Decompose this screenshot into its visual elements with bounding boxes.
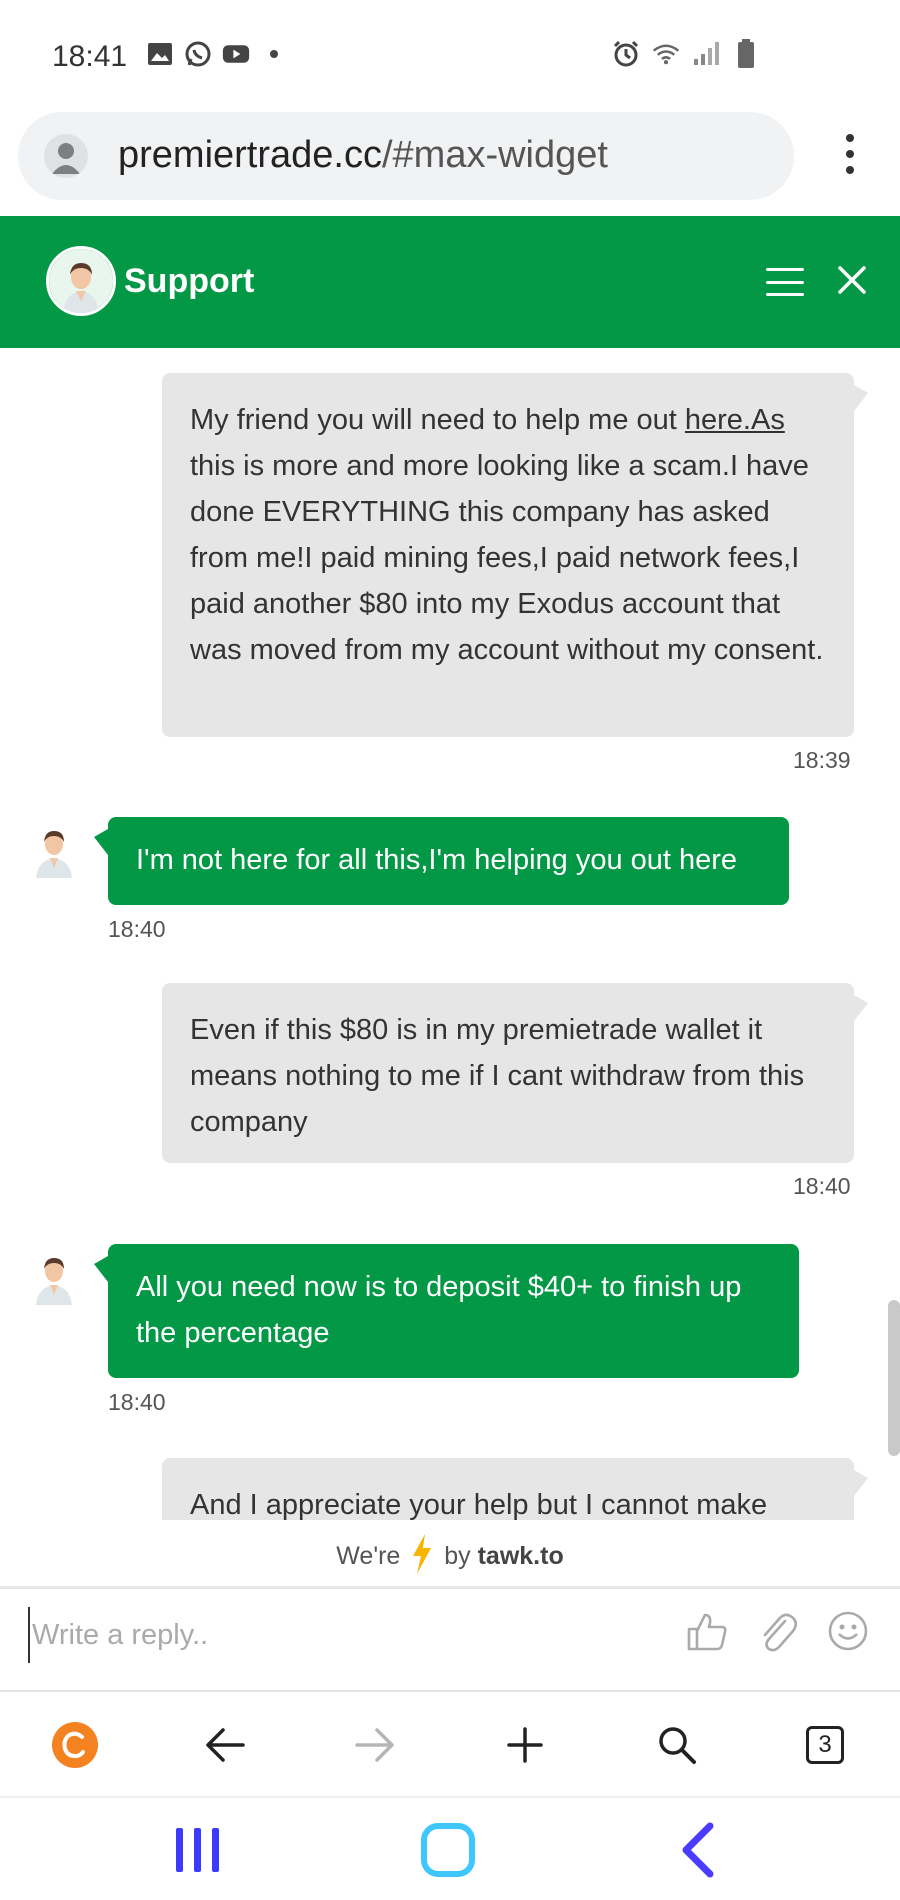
message-text: All you need now is to deposit $40+ to f… xyxy=(136,1271,742,1349)
thumbs-up-icon[interactable] xyxy=(685,1609,729,1653)
signal-icon xyxy=(692,40,720,68)
url-path: /#max-widget xyxy=(381,134,608,176)
agent-avatar xyxy=(36,831,72,878)
back-icon[interactable] xyxy=(670,1822,730,1878)
powered-brand[interactable]: tawk.to xyxy=(478,1542,564,1570)
browser-menu-icon[interactable] xyxy=(840,134,860,174)
message-text: I'm not here for all this,I'm helping yo… xyxy=(136,844,738,876)
powered-prefix: We're xyxy=(336,1542,401,1571)
message-timestamp: 18:39 xyxy=(793,747,851,773)
close-icon[interactable] xyxy=(834,262,870,298)
message-text: Even if this $80 is in my premietrade wa… xyxy=(190,1014,805,1138)
reply-input[interactable] xyxy=(28,1607,658,1663)
agent-avatar xyxy=(36,1258,72,1305)
message-list[interactable]: My friend you will need to help me out h… xyxy=(0,348,900,1520)
back-arrow-icon[interactable] xyxy=(200,1720,250,1770)
agent-avatar xyxy=(46,246,116,316)
url-host: premiertrade.cc xyxy=(118,134,382,176)
battery-icon xyxy=(732,39,760,68)
search-icon[interactable] xyxy=(652,1720,702,1770)
lightning-icon xyxy=(411,1534,433,1581)
scrollbar-thumb[interactable] xyxy=(888,1300,900,1456)
address-bar[interactable]: premiertrade.cc/#max-widget xyxy=(18,112,794,200)
wifi-icon xyxy=(652,40,680,68)
emoji-icon[interactable] xyxy=(826,1609,870,1653)
notification-dot xyxy=(270,50,278,58)
visitor-message: And I appreciate your help but I cannot … xyxy=(162,1458,868,1520)
message-timestamp: 18:40 xyxy=(793,1173,851,1199)
message-timestamp: 18:40 xyxy=(108,1389,166,1415)
whatsapp-icon xyxy=(184,40,212,68)
powered-suffix: by xyxy=(444,1542,471,1571)
chat-title: Support xyxy=(124,262,255,300)
agent-message: I'm not here for all this,I'm helping yo… xyxy=(94,817,789,905)
tab-count: 3 xyxy=(806,1726,844,1764)
chat-header: Support xyxy=(0,216,900,348)
alarm-icon xyxy=(612,40,640,68)
message-link[interactable]: here.As xyxy=(685,404,785,436)
new-tab-icon[interactable] xyxy=(500,1720,550,1770)
browser-toolbar: 3 xyxy=(0,1690,900,1796)
recent-apps-icon[interactable] xyxy=(168,1822,228,1878)
message-text: My friend you will need to help me out xyxy=(190,404,685,436)
system-nav-bar xyxy=(0,1796,900,1900)
status-time: 18:41 xyxy=(52,40,128,73)
agent-message: All you need now is to deposit $40+ to f… xyxy=(94,1244,799,1378)
visitor-message: My friend you will need to help me out h… xyxy=(162,373,868,737)
attachment-icon[interactable] xyxy=(755,1609,799,1653)
powered-by[interactable]: We're by tawk.to xyxy=(0,1534,900,1584)
message-text: this is more and more looking like a sca… xyxy=(190,450,824,666)
url-text[interactable]: premiertrade.cc/#max-widget xyxy=(118,134,608,177)
message-text: And I appreciate your help but I cannot … xyxy=(190,1489,768,1520)
reply-area xyxy=(0,1589,900,1689)
gallery-icon xyxy=(146,40,174,68)
home-icon[interactable] xyxy=(418,1822,478,1878)
visitor-message: Even if this $80 is in my premietrade wa… xyxy=(162,983,868,1163)
status-bar: 18:41 xyxy=(0,0,900,110)
youtube-icon xyxy=(222,40,250,68)
message-timestamp: 18:40 xyxy=(108,916,166,942)
site-info-icon[interactable] xyxy=(44,134,88,178)
tabs-button[interactable]: 3 xyxy=(800,1720,850,1770)
forward-arrow-icon[interactable] xyxy=(350,1720,400,1770)
menu-icon[interactable] xyxy=(766,268,804,296)
browser-logo-icon[interactable] xyxy=(50,1720,100,1770)
address-bar-row: premiertrade.cc/#max-widget xyxy=(0,108,900,212)
